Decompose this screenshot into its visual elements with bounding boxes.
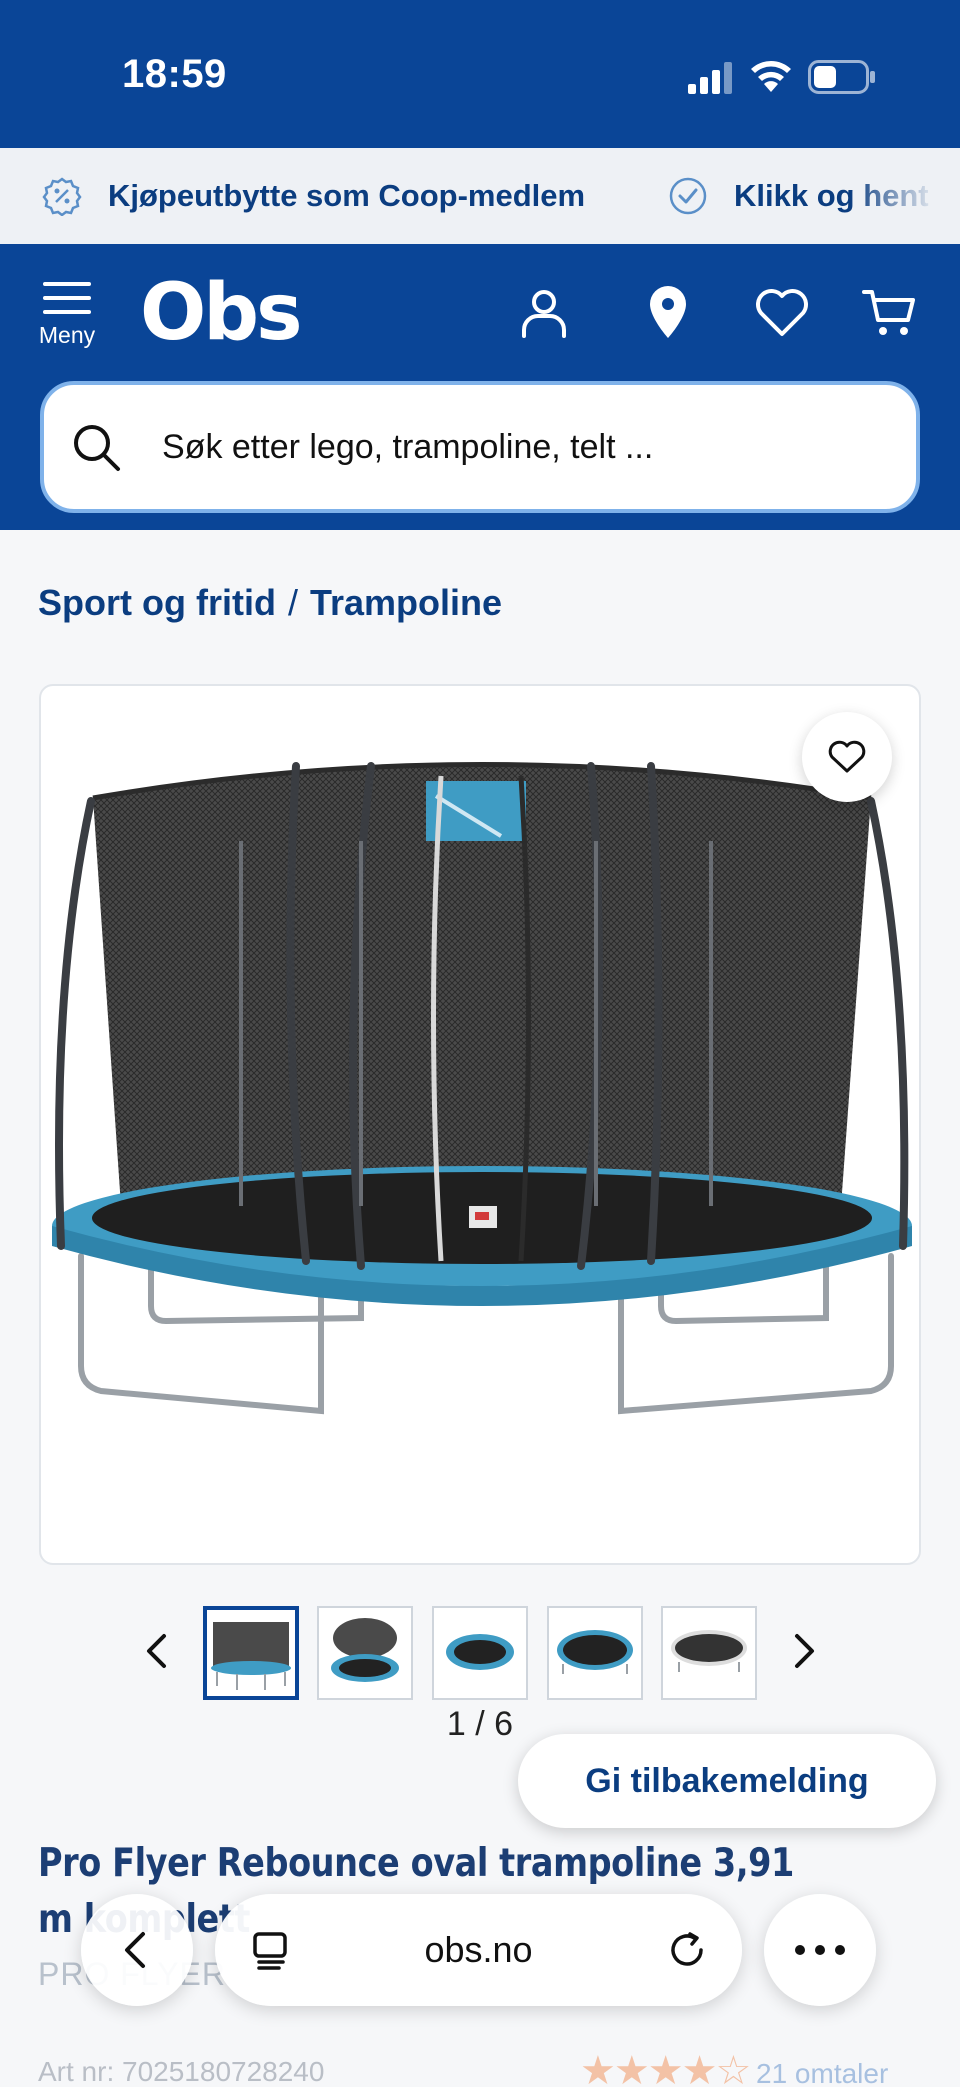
product-image-card[interactable] [39, 684, 921, 1565]
thumbnail-image [211, 1622, 291, 1690]
address-bar-url: obs.no [424, 1929, 533, 1970]
site-header: Meny Obs Søk etter lego, trampoline, tel… [0, 244, 960, 530]
ellipsis-icon [795, 1945, 845, 1955]
promo-fade [850, 148, 960, 244]
percent-badge-icon [42, 177, 82, 216]
hamburger-icon [43, 282, 91, 314]
chevron-left-icon [125, 1932, 145, 1968]
cart-icon[interactable] [862, 284, 918, 340]
thumbnail-1[interactable] [203, 1606, 299, 1700]
battery-icon [808, 60, 875, 94]
chevron-right-icon[interactable] [779, 1626, 829, 1676]
favorite-button[interactable] [802, 712, 892, 802]
reload-icon[interactable] [665, 1928, 709, 1972]
search-placeholder: Søk etter lego, trampoline, telt ... [162, 427, 654, 466]
cellular-signal-icon [688, 62, 732, 94]
obs-logo[interactable]: Obs [140, 274, 303, 352]
product-page: 18:59 Kjøpeutbytte som Coop-medlem Klikk… [0, 0, 960, 2087]
thumbnail-image [446, 1634, 514, 1670]
menu-label: Meny [38, 322, 96, 348]
address-bar[interactable]: obs.no [215, 1894, 742, 2006]
status-bar: 18:59 [0, 0, 960, 148]
more-options-button[interactable] [764, 1894, 876, 2006]
article-number: Art nr: 7025180728240 [38, 2056, 325, 2087]
breadcrumb-item-sport[interactable]: Sport og fritid [38, 582, 276, 623]
rating-stars: ★★★★☆ [580, 2049, 751, 2087]
feedback-button[interactable]: Gi tilbakemelding [518, 1734, 936, 1828]
thumbnail-image [331, 1618, 399, 1682]
thumbnail-2[interactable] [317, 1606, 413, 1700]
promo-item-label: Kjøpeutbytte som Coop-medlem [108, 178, 586, 213]
search-input[interactable]: Søk etter lego, trampoline, telt ... [40, 381, 920, 513]
breadcrumb: Sport og fritid / Trampoline [38, 582, 502, 624]
search-icon [74, 425, 120, 471]
breadcrumb-item-trampoline[interactable]: Trampoline [310, 582, 502, 623]
promo-strip: Kjøpeutbytte som Coop-medlem Klikk og he… [0, 148, 960, 244]
heart-icon [828, 740, 866, 773]
thumbnail-image [671, 1630, 747, 1672]
location-pin-icon[interactable] [640, 284, 696, 340]
reviews-link[interactable]: 21 omtaler [756, 2058, 888, 2087]
thumbnail-3[interactable] [432, 1606, 528, 1700]
check-circle-icon [669, 177, 707, 215]
user-icon[interactable] [516, 284, 572, 340]
thumbnail-5[interactable] [661, 1606, 757, 1700]
breadcrumb-separator: / [287, 582, 298, 623]
back-button[interactable] [81, 1894, 193, 2006]
thumbnail-4[interactable] [547, 1606, 643, 1700]
heart-icon[interactable] [754, 284, 810, 340]
menu-button[interactable]: Meny [30, 278, 104, 349]
status-time: 18:59 [122, 52, 227, 96]
promo-item-coop[interactable]: Kjøpeutbytte som Coop-medlem [42, 148, 585, 244]
wifi-icon [751, 61, 791, 92]
chevron-left-icon[interactable] [132, 1626, 182, 1676]
trampoline-image [52, 762, 912, 1415]
thumbnail-image [557, 1630, 633, 1674]
